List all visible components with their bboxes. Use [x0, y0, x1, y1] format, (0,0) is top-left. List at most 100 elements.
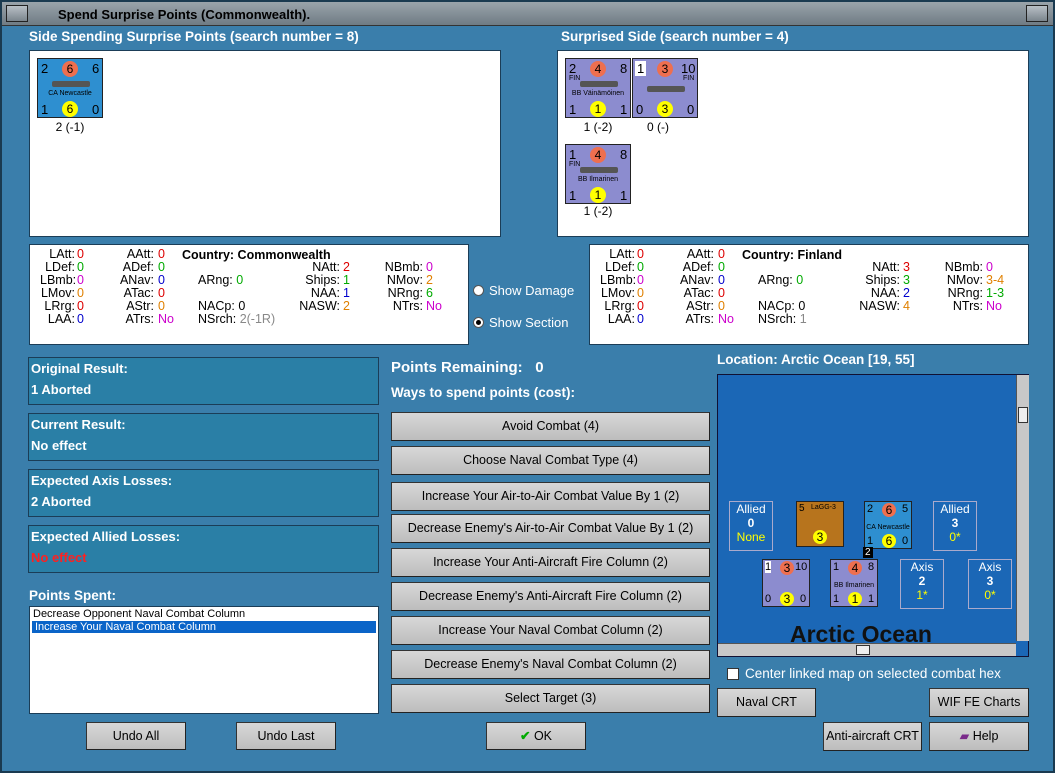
ship-silhouette-icon — [580, 81, 618, 87]
spending-side-units: 2 6 6 CA Newcastle 1 6 0 2 (-1) — [29, 50, 501, 237]
increase-naval-combat-button[interactable]: Increase Your Naval Combat Column (2) — [391, 616, 710, 645]
current-result-panel: Current Result: No effect — [28, 413, 379, 461]
original-result-value: 1 Aborted — [31, 382, 92, 397]
map-horizontal-scrollbar[interactable] — [718, 643, 1016, 656]
ok-button[interactable]: ✔ OK — [486, 722, 586, 750]
stats-col-naval: NAtt: Ships: NAA: NASW: — [299, 260, 340, 313]
surprised-side-units: 2 4 8 FIN BB Väinämöinen 1 1 1 1 (-2) 1 … — [557, 50, 1029, 237]
allied-hex-0[interactable]: Allied 0 None — [729, 501, 773, 551]
naval-crt-button[interactable]: Naval CRT — [717, 688, 816, 717]
points-remaining: Points Remaining: 0 — [391, 359, 544, 376]
stats-col-naval2-values: 0 2 6 No — [426, 260, 442, 313]
decrease-enemy-aa-fire-button[interactable]: Decrease Enemy's Anti-Aircraft Fire Colu… — [391, 582, 710, 611]
stats-col-land-values: 000000 — [77, 247, 84, 326]
counter-defense: 3 — [657, 61, 673, 77]
wif-fe-charts-button[interactable]: WIF FE Charts — [929, 688, 1029, 717]
map-unit-bb-ilmarinen[interactable]: 1 4 8 BB Ilmarinen 1 1 1 2 — [830, 547, 878, 607]
stats-col-naval2-values: 0 3-4 1-3 No — [986, 260, 1005, 313]
ship-silhouette-icon — [52, 81, 90, 87]
counter-asw: 1 — [620, 102, 628, 117]
unit-counter-ca-newcastle[interactable]: 2 6 6 CA Newcastle 1 6 0 — [37, 58, 103, 118]
help-button[interactable]: ▰ Help — [929, 722, 1029, 751]
system-menu-button[interactable] — [6, 5, 28, 22]
air-unit-counter[interactable]: 5 LaGG-3 3 — [796, 501, 844, 547]
counter-defense: 4 — [590, 147, 606, 163]
points-spent-list[interactable]: Decrease Opponent Naval Combat Column In… — [29, 606, 379, 714]
radio-icon — [473, 285, 484, 296]
counter-defense: 6 — [62, 61, 78, 77]
counter-range: 6 — [92, 61, 100, 76]
allied-hex-3[interactable]: Allied 3 0* — [933, 501, 977, 551]
counter-asw: 0 — [687, 102, 695, 117]
ways-to-spend-label: Ways to spend points (cost): — [391, 385, 576, 400]
stats-col-naval2: NBmb: NMov: NRng: NTrs: — [944, 260, 983, 313]
unit-counter-fin-2[interactable]: 1 3 10 FIN 0 3 0 — [632, 58, 698, 118]
counter-movement: 3 — [657, 101, 673, 117]
help-book-icon: ▰ — [959, 729, 970, 743]
axis-losses-label: Expected Axis Losses: — [31, 473, 173, 488]
combat-map[interactable]: Allied 0 None 5 LaGG-3 3 2 6 5 CA Newcastl… — [717, 374, 1029, 657]
counter-movement: 1 — [590, 101, 606, 117]
window-title: Spend Surprise Points (Commonwealth). — [58, 7, 311, 22]
show-section-radio[interactable]: Show Section — [473, 315, 569, 330]
map-vertical-scrollbar[interactable] — [1016, 375, 1029, 641]
axis-losses-panel: Expected Axis Losses: 2 Aborted — [28, 469, 379, 517]
stats-col-land-values: 000000 — [637, 247, 644, 326]
unit-status: 1 (-2) — [583, 204, 613, 218]
counter-aa: 1 — [569, 188, 577, 203]
axis-losses-value: 2 Aborted — [31, 494, 92, 509]
select-target-button[interactable]: Select Target (3) — [391, 684, 710, 713]
allied-losses-value: No effect — [31, 550, 87, 565]
unit-status: 1 (-2) — [583, 120, 613, 134]
stats-col-misc: ARng: 0 NACp: 0 NSrch: 1 — [758, 273, 807, 326]
map-unit-ca-newcastle[interactable]: 2 6 5 CA Newcastle 1 6 0 — [864, 501, 912, 549]
axis-hex-2[interactable]: Axis 2 1* — [900, 559, 944, 609]
stats-col-naval: NAtt: Ships: NAA: NASW: — [859, 260, 900, 313]
surprised-side-stats: Country: Finland LAtt: LDef: LBmb: LMov: LRr… — [589, 244, 1029, 345]
counter-asw: 0 — [92, 102, 100, 117]
undo-last-button[interactable]: Undo Last — [236, 722, 336, 750]
spending-side-stats: Country: Commonwealth LAtt: LDef: LBmb: LMo… — [29, 244, 469, 345]
map-unit-fin-1[interactable]: 1 3 10 0 3 0 — [762, 559, 810, 607]
axis-hex-3[interactable]: Axis 3 0* — [968, 559, 1012, 609]
minimize-button[interactable] — [1026, 5, 1048, 22]
counter-attack: 1 — [569, 147, 577, 162]
choose-naval-combat-type-button[interactable]: Choose Naval Combat Type (4) — [391, 446, 710, 475]
increase-aa-fire-button[interactable]: Increase Your Anti-Aircraft Fire Column … — [391, 548, 710, 577]
allied-losses-label: Expected Allied Losses: — [31, 529, 181, 544]
decrease-enemy-naval-combat-button[interactable]: Decrease Enemy's Naval Combat Column (2) — [391, 650, 710, 679]
original-result-panel: Original Result: 1 Aborted — [28, 357, 379, 405]
counter-nationality: FIN — [569, 75, 581, 82]
undo-all-button[interactable]: Undo All — [86, 722, 186, 750]
points-spent-label: Points Spent: — [29, 588, 116, 603]
left-side-header: Side Spending Surprise Points (search nu… — [29, 29, 359, 44]
counter-aa: 1 — [569, 102, 577, 117]
stats-col-naval-values: 3324 — [903, 260, 910, 313]
stats-col-air-values: 0 0 0 0 0 No — [158, 247, 174, 326]
allied-losses-panel: Expected Allied Losses: No effect — [28, 525, 379, 573]
counter-label: BB Väinämöinen — [571, 90, 625, 97]
counter-label: BB Ilmarinen — [577, 176, 619, 183]
counter-nationality: FIN — [569, 161, 581, 168]
counter-aa: 0 — [636, 102, 644, 117]
stats-col-air: AAtt: ADef: ANav: ATac: AStr: ATrs: — [679, 247, 714, 326]
original-result-label: Original Result: — [31, 361, 128, 376]
show-damage-radio[interactable]: Show Damage — [473, 283, 574, 298]
map-location-label: Location: Arctic Ocean [19, 55] — [717, 352, 915, 367]
unit-counter-bb-ilmarinen[interactable]: 1 4 8 FIN BB Ilmarinen 1 1 1 — [565, 144, 631, 204]
list-item-selected[interactable]: Increase Your Naval Combat Column — [32, 621, 376, 633]
counter-nationality: FIN — [683, 75, 695, 82]
country-label: Country: Finland — [742, 248, 842, 262]
increase-air-to-air-button[interactable]: Increase Your Air-to-Air Combat Value By… — [391, 482, 710, 511]
list-item[interactable]: Decrease Opponent Naval Combat Column — [30, 607, 378, 621]
avoid-combat-button[interactable]: Avoid Combat (4) — [391, 412, 710, 441]
counter-range: 8 — [620, 61, 628, 76]
unit-counter-bb-vainamoinen[interactable]: 2 4 8 FIN BB Väinämöinen 1 1 1 — [565, 58, 631, 118]
decrease-enemy-air-to-air-button[interactable]: Decrease Enemy's Air-to-Air Combat Value… — [391, 514, 710, 543]
center-map-checkbox[interactable]: Center linked map on selected combat hex — [727, 666, 1001, 681]
right-side-header: Surprised Side (search number = 4) — [561, 29, 789, 44]
anti-aircraft-crt-button[interactable]: Anti-aircraft CRT — [823, 722, 922, 751]
title-bar: Spend Surprise Points (Commonwealth). — [2, 2, 1053, 26]
country-label: Country: Commonwealth — [182, 248, 331, 262]
stats-col-misc: ARng: 0 NACp: 0 NSrch: 2(-1R) — [198, 273, 276, 326]
